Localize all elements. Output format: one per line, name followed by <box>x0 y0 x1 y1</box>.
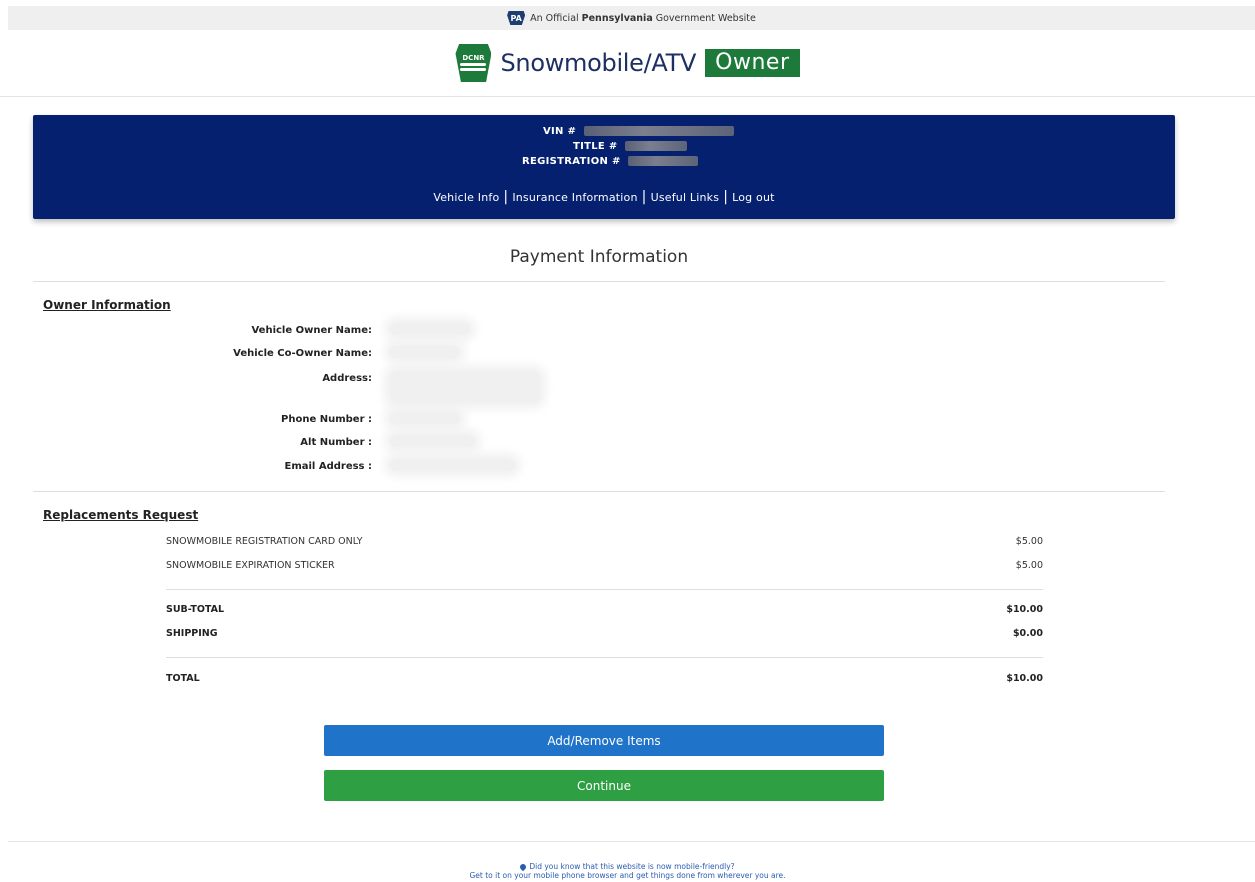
vehicle-nav: Vehicle Info | Insurance Information | Usefu… <box>33 189 1175 205</box>
owner-name-redacted <box>390 323 470 335</box>
site-title[interactable]: Snowmobile/ATV <box>500 49 696 77</box>
shipping-row: SHIPPING $0.00 <box>166 628 1043 639</box>
divider <box>33 281 1165 282</box>
line-item-amount: $5.00 <box>1015 536 1043 547</box>
registration-row: REGISTRATION # <box>522 156 699 167</box>
pa-keystone-icon: PA <box>507 11 526 25</box>
nav-useful-links[interactable]: Useful Links <box>647 191 724 204</box>
logo-wave-decoration <box>460 68 487 71</box>
nav-separator: | <box>641 189 647 205</box>
official-state: Pennsylvania <box>581 12 653 24</box>
subtotal-amount: $10.00 <box>1006 604 1043 615</box>
replacements-request-heading: Replacements Request <box>43 508 199 522</box>
official-site-banner: PA An Official Pennsylvania Government W… <box>8 6 1255 30</box>
nav-log-out[interactable]: Log out <box>728 191 779 204</box>
email-address-label: Email Address : <box>284 461 373 472</box>
official-suffix: Government Website <box>655 12 756 24</box>
line-item-amount: $5.00 <box>1015 560 1043 571</box>
subtotal-label: SUB-TOTAL <box>166 604 225 615</box>
shipping-amount: $0.00 <box>1012 628 1043 639</box>
alt-number-label: Alt Number : <box>300 437 372 448</box>
footer-line-1: Did you know that this website is now mo… <box>529 862 735 871</box>
site-header: DCNR Snowmobile/ATV Owner <box>0 30 1255 97</box>
address-label: Address: <box>322 373 372 384</box>
registration-redacted-value <box>628 156 699 166</box>
line-item-name: SNOWMOBILE REGISTRATION CARD ONLY <box>166 536 363 547</box>
nav-insurance-information[interactable]: Insurance Information <box>508 191 641 204</box>
address-redacted <box>390 371 540 403</box>
lightbulb-icon <box>519 862 528 872</box>
vehicle-summary-panel: VIN # TITLE # REGISTRATION # Vehicle Inf… <box>33 115 1175 219</box>
co-owner-name-label: Vehicle Co-Owner Name: <box>233 348 372 359</box>
mobile-friendly-notice: Did you know that this website is now mo… <box>0 862 1255 880</box>
divider <box>166 589 1043 590</box>
subtotal-row: SUB-TOTAL $10.00 <box>166 604 1043 615</box>
divider <box>33 491 1165 492</box>
alt-number-redacted <box>390 435 475 447</box>
phone-number-redacted <box>390 412 460 424</box>
official-prefix: An Official <box>530 12 579 24</box>
continue-button[interactable]: Continue <box>324 770 884 801</box>
line-item: SNOWMOBILE EXPIRATION STICKER $5.00 <box>166 560 1043 571</box>
title-row: TITLE # <box>573 141 688 152</box>
owner-information-heading: Owner Information <box>43 298 171 312</box>
vin-label: VIN # <box>543 126 577 137</box>
total-row: TOTAL $10.00 <box>166 673 1043 684</box>
page-title: Payment Information <box>509 247 689 267</box>
title-redacted-value <box>625 141 688 151</box>
total-label: TOTAL <box>166 673 200 684</box>
co-owner-name-redacted <box>390 346 460 358</box>
title-label: TITLE # <box>573 141 618 152</box>
shipping-label: SHIPPING <box>166 628 218 639</box>
add-remove-items-button[interactable]: Add/Remove Items <box>324 725 884 756</box>
registration-label: REGISTRATION # <box>522 156 621 167</box>
total-amount: $10.00 <box>1006 673 1043 684</box>
phone-number-label: Phone Number : <box>281 414 372 425</box>
divider <box>166 657 1043 658</box>
nav-vehicle-info[interactable]: Vehicle Info <box>429 191 503 204</box>
vin-redacted-value <box>584 126 734 136</box>
line-item: SNOWMOBILE REGISTRATION CARD ONLY $5.00 <box>166 536 1043 547</box>
owner-tag: Owner <box>705 49 800 77</box>
email-address-redacted <box>390 459 515 471</box>
dcnr-logo-text: DCNR <box>462 54 485 62</box>
logo-wave-decoration <box>460 63 487 66</box>
vin-row: VIN # <box>543 126 734 137</box>
owner-name-label: Vehicle Owner Name: <box>251 325 372 336</box>
line-item-name: SNOWMOBILE EXPIRATION STICKER <box>166 560 335 571</box>
footer-divider <box>8 841 1255 842</box>
footer-line-2: Get to it on your mobile phone browser a… <box>469 871 786 880</box>
dcnr-logo-icon[interactable]: DCNR <box>455 44 492 82</box>
